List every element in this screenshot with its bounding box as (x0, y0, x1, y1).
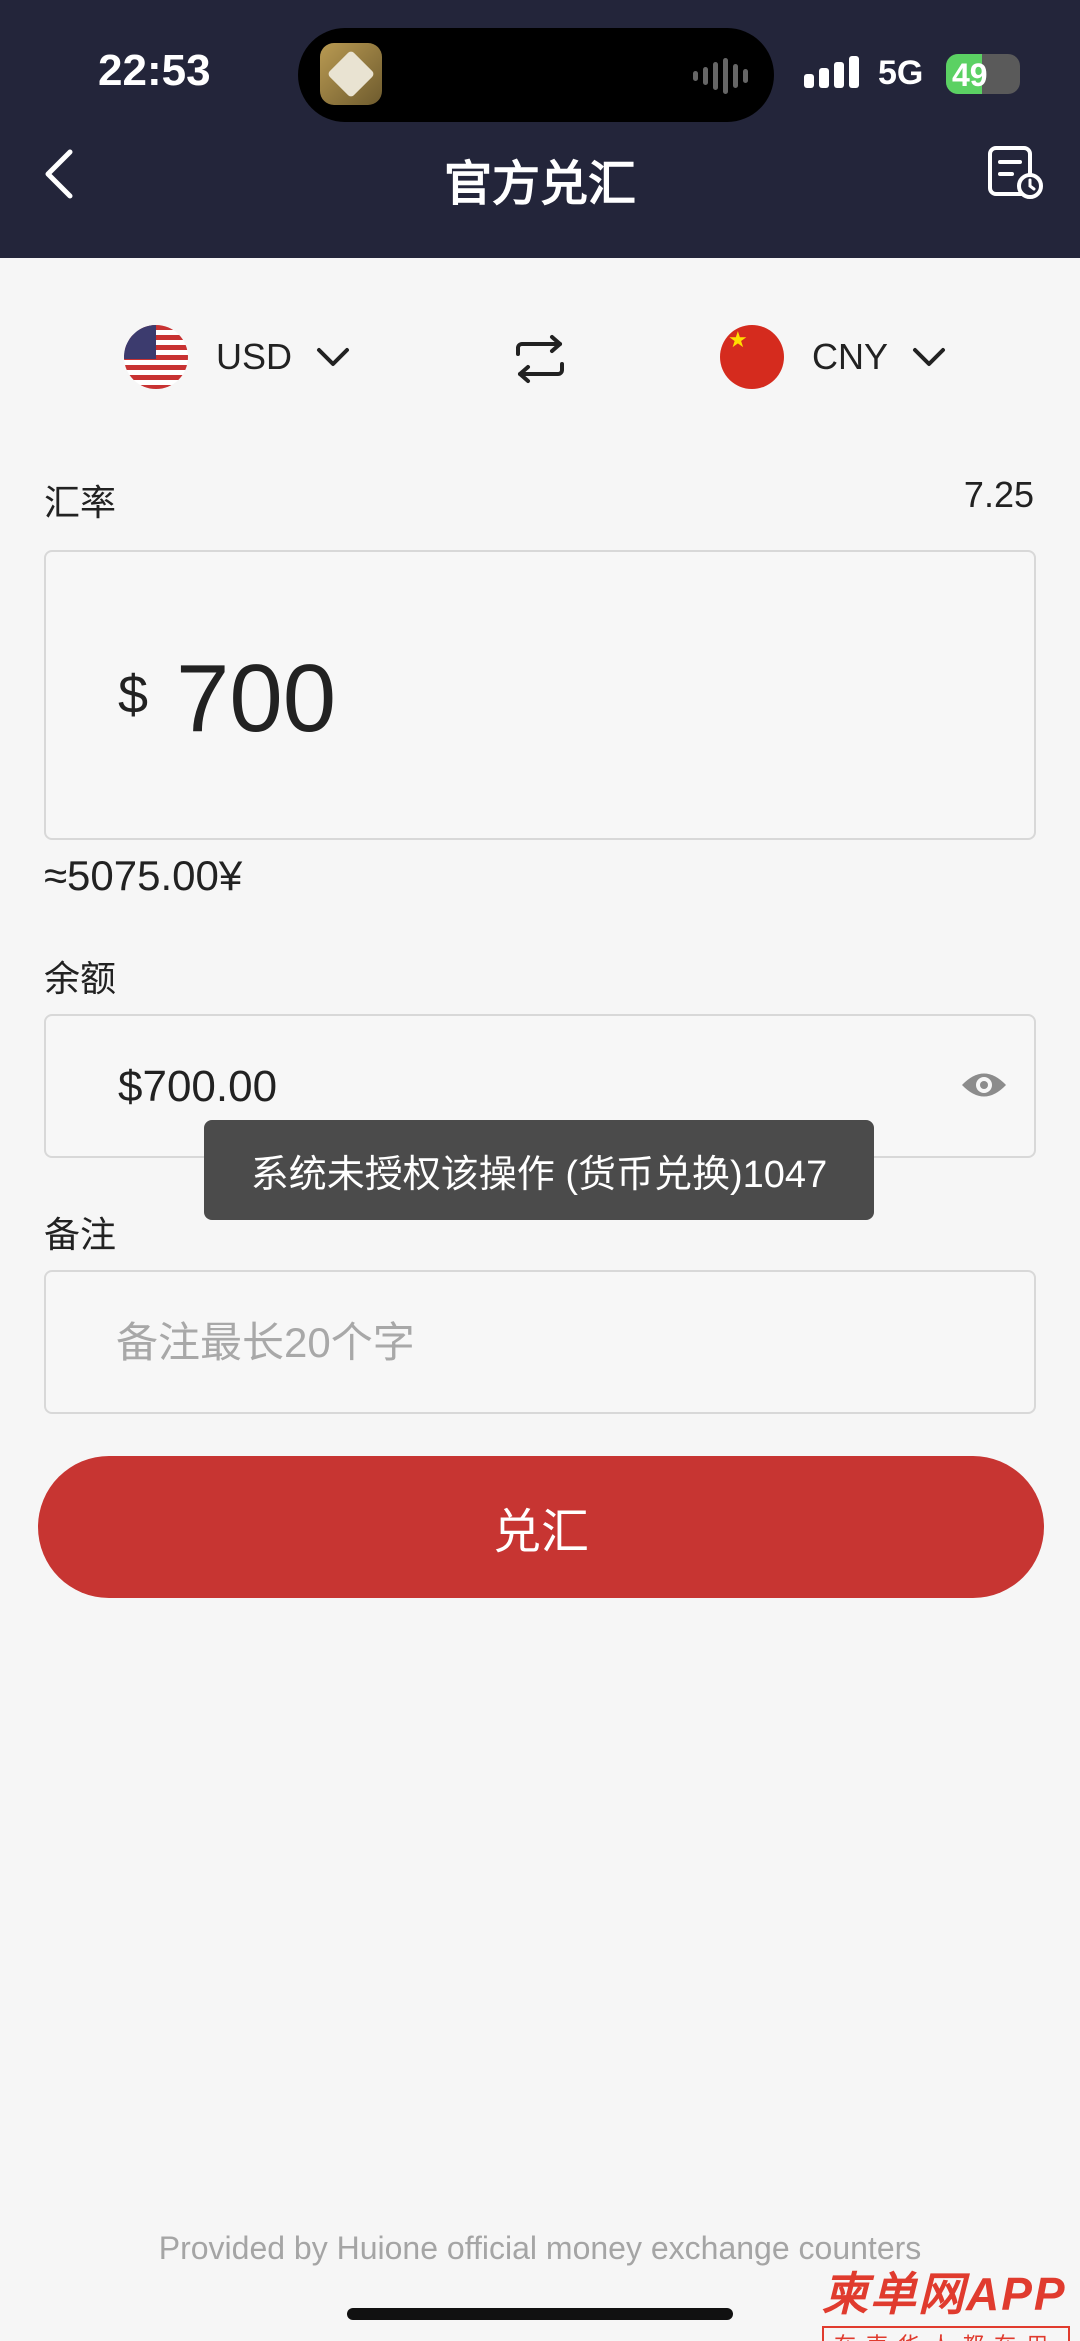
signal-icon (804, 56, 859, 88)
audio-wave-icon (693, 58, 748, 94)
us-flag-icon (124, 325, 188, 389)
page-title: 官方兑汇 (443, 158, 636, 211)
rate-value: 7.25 (963, 474, 1034, 515)
note-input[interactable] (116, 1308, 976, 1378)
battery-level: 49 (952, 57, 988, 93)
watermark-sub: 在柬华人都在用 (822, 2326, 1071, 2341)
currency-symbol: $ (118, 665, 149, 725)
eye-icon[interactable] (960, 1068, 1008, 1102)
note-label: 备注 (44, 1214, 117, 1255)
note-field[interactable] (44, 1270, 1036, 1414)
exchange-button[interactable]: 兑汇 (38, 1456, 1044, 1598)
balance-label: 余额 (44, 958, 117, 999)
status-time: 22:53 (98, 46, 211, 95)
swap-icon[interactable] (512, 334, 568, 384)
to-currency-selector[interactable]: ★ CNY (720, 322, 946, 392)
cn-flag-icon: ★ (720, 325, 784, 389)
record-icon[interactable] (986, 144, 1046, 200)
from-currency-code: USD (216, 336, 293, 377)
home-indicator[interactable] (347, 2308, 733, 2320)
dynamic-island (298, 28, 774, 122)
to-currency-code: CNY (812, 336, 889, 377)
battery-icon: 49 (946, 54, 1020, 94)
amount-input[interactable]: $ 700 (44, 550, 1036, 840)
error-toast: 系统未授权该操作 (货币兑换)1047 (204, 1120, 874, 1220)
watermark-main: 柬单网APP (822, 2268, 1067, 2320)
converted-amount: ≈5075.00¥ (44, 852, 243, 899)
rate-label: 汇率 (44, 482, 117, 523)
chevron-down-icon (913, 348, 946, 366)
network-type: 5G (878, 54, 924, 92)
top-bar: 22:53 5G 49 官方兑汇 (0, 0, 1080, 258)
amount-value[interactable]: 700 (176, 644, 336, 754)
watermark-logo: 柬单网APP 在柬华人都在用 (822, 2258, 1076, 2341)
app-icon (320, 43, 382, 105)
chevron-down-icon (317, 348, 350, 366)
from-currency-selector[interactable]: USD (124, 322, 350, 392)
balance-value: $700.00 (118, 1062, 278, 1111)
